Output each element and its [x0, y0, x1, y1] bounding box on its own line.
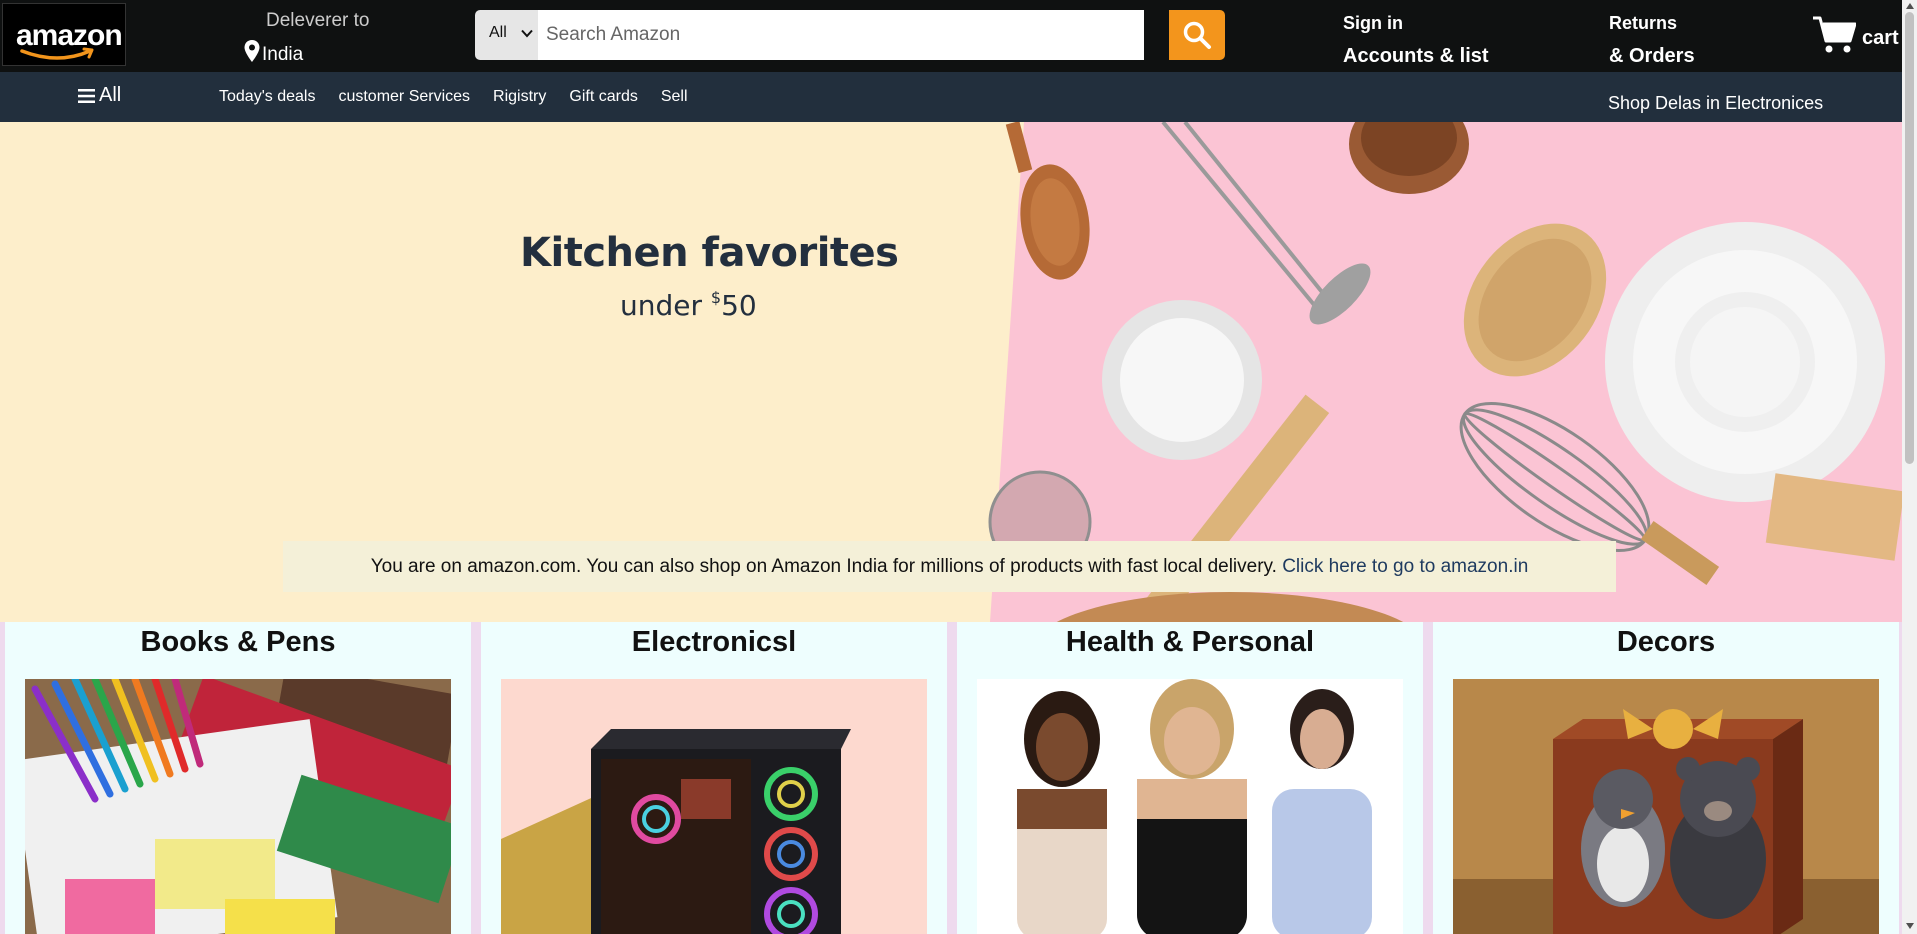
hero-subtitle: under $50: [620, 288, 757, 322]
hero-title: Kitchen favorites: [520, 230, 899, 276]
nav-link-todays-deals[interactable]: Today's deals: [219, 88, 315, 106]
electronics-pc-image: [501, 679, 927, 934]
cart-icon: [1813, 16, 1856, 53]
nav-link-sell[interactable]: Sell: [661, 88, 688, 106]
scrollbar-thumb[interactable]: [1905, 12, 1914, 464]
deliver-to[interactable]: Deleverer to India: [244, 10, 404, 66]
decors-gift-box-image: [1453, 679, 1879, 934]
search-icon: [1183, 21, 1211, 49]
subnav-links: Today's deals customer Services Rigistry…: [219, 88, 711, 106]
amazon-logo[interactable]: amazon: [2, 3, 126, 66]
logo-smile-icon: [20, 47, 94, 60]
health-personal-image: [977, 679, 1403, 934]
all-menu-button[interactable]: All: [78, 84, 121, 107]
category-title: Books & Pens: [140, 626, 336, 658]
category-card-health[interactable]: Health & Personal: [957, 622, 1423, 934]
search-category-value: All: [489, 24, 507, 41]
location-pin-icon: [244, 40, 260, 62]
hero-subtitle-prefix: under: [620, 289, 711, 322]
account-menu[interactable]: Sign in Accounts & list: [1343, 13, 1489, 68]
hero-currency: $: [710, 288, 722, 307]
returns-orders[interactable]: Returns & Orders: [1609, 13, 1695, 68]
category-title: Decors: [1616, 626, 1716, 658]
category-cards: Books & Pens Electronicsl Health & Perso…: [0, 622, 1902, 934]
signin-label: Sign in: [1343, 13, 1403, 33]
nav-link-registry[interactable]: Rigistry: [493, 88, 546, 106]
region-notice-link[interactable]: Click here to go to amazon.in: [1282, 556, 1528, 577]
books-pens-image: [25, 679, 451, 934]
secondary-navbar: All Today's deals customer Services Rigi…: [0, 72, 1902, 122]
nav-link-gift-cards[interactable]: Gift cards: [569, 88, 637, 106]
deliver-label: Deleverer to: [266, 10, 370, 31]
promo-link-electronics[interactable]: Shop Delas in Electronices: [1608, 93, 1823, 114]
hero-price: 50: [721, 289, 757, 322]
category-card-books[interactable]: Books & Pens: [5, 622, 471, 934]
category-card-electronics[interactable]: Electronicsl: [481, 622, 947, 934]
category-title: Health & Personal: [1065, 626, 1315, 658]
search-category-select[interactable]: All: [475, 10, 538, 60]
region-notice-text: You are on amazon.com. You can also shop…: [370, 556, 1283, 577]
top-navbar: amazon Deleverer to India All Search Ama…: [0, 0, 1902, 72]
hamburger-menu-icon: [78, 88, 95, 103]
orders-label: & Orders: [1609, 45, 1695, 67]
returns-label: Returns: [1609, 13, 1678, 33]
search-bar: All: [475, 10, 1225, 60]
amazon-clone-page: amazon Deleverer to India All Search Ama…: [0, 0, 1917, 934]
nav-link-customer-services[interactable]: customer Services: [338, 88, 470, 106]
chevron-down-icon: [521, 29, 533, 38]
page-scrollbar[interactable]: [1902, 0, 1917, 934]
search-button[interactable]: [1169, 10, 1225, 60]
category-title: Electronicsl: [631, 626, 797, 658]
all-menu-label: All: [99, 84, 122, 106]
cart-button[interactable]: cart: [1812, 13, 1899, 57]
deliver-location-text: India: [262, 44, 304, 65]
cart-label: cart: [1862, 26, 1899, 49]
category-card-decors[interactable]: Decors: [1433, 622, 1899, 934]
scroll-down-arrow-icon[interactable]: [1906, 923, 1914, 929]
region-notice-banner: You are on amazon.com. You can also shop…: [283, 541, 1616, 592]
accounts-label: Accounts & list: [1343, 45, 1489, 67]
search-input[interactable]: [538, 10, 1144, 60]
scroll-up-arrow-icon[interactable]: [1906, 3, 1914, 9]
deliver-location: India: [244, 40, 404, 66]
